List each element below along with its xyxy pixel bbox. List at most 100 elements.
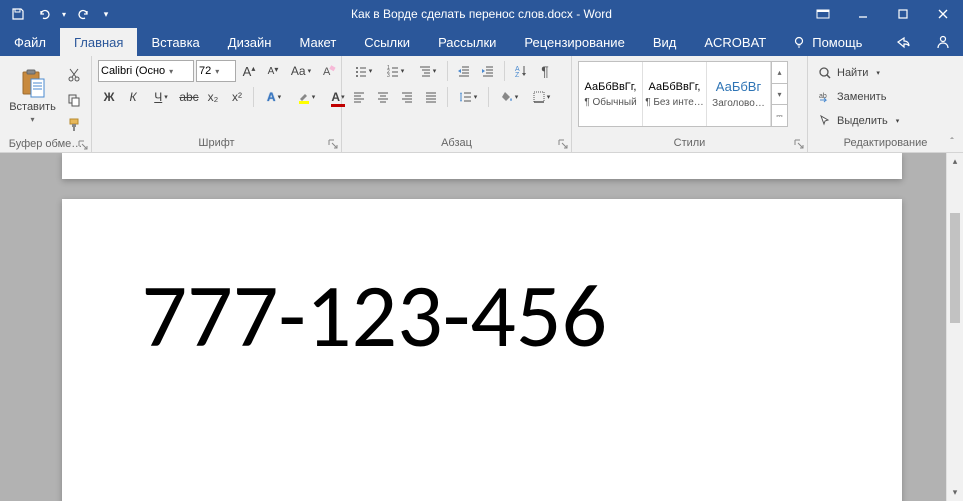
align-center-icon[interactable] — [372, 86, 394, 108]
svg-text:ab: ab — [819, 93, 827, 100]
svg-text:Z: Z — [515, 72, 520, 78]
bold-button[interactable]: Ж — [98, 86, 120, 108]
tab-file[interactable]: Файл — [0, 28, 60, 56]
group-styles: АаБбВвГг, ¶ Обычный АаБбВвГг, ¶ Без инте… — [572, 56, 808, 152]
scroll-down-icon[interactable]: ▾ — [947, 484, 963, 501]
undo-icon[interactable] — [32, 2, 56, 26]
tab-home[interactable]: Главная — [60, 28, 137, 56]
borders-button[interactable]: ▾ — [526, 86, 556, 108]
font-launcher-icon[interactable] — [328, 139, 338, 149]
svg-text:3: 3 — [387, 73, 390, 78]
group-clipboard: Вставить ▾ Буфер обме… — [0, 56, 92, 152]
qat-customize-icon[interactable]: ▾ — [98, 2, 114, 26]
replace-icon: ab — [818, 90, 832, 104]
group-paragraph: ▾ 123▾ ▾ — [342, 56, 572, 152]
scroll-thumb[interactable] — [950, 213, 960, 323]
font-size-combo[interactable]: 72▾ — [196, 60, 236, 82]
undo-dropdown-icon[interactable]: ▾ — [58, 2, 70, 26]
decrease-indent-icon[interactable] — [453, 60, 475, 82]
select-icon — [818, 114, 832, 128]
underline-button[interactable]: Ч▾ — [146, 86, 176, 108]
tab-mailings[interactable]: Рассылки — [424, 28, 510, 56]
strikethrough-button[interactable]: abc — [178, 86, 200, 108]
clear-formatting-icon[interactable]: A — [318, 60, 340, 82]
ribbon: Вставить ▾ Буфер обме… — [0, 56, 963, 153]
group-editing: Найти▾ ab Заменить Выделить▾ Редактирова… — [808, 56, 963, 152]
group-label-styles: Стили — [572, 135, 807, 152]
clipboard-launcher-icon[interactable] — [78, 140, 88, 150]
redo-icon[interactable] — [72, 2, 96, 26]
tab-insert[interactable]: Вставка — [137, 28, 213, 56]
tab-layout[interactable]: Макет — [285, 28, 350, 56]
tell-me-search[interactable]: Помощь — [780, 28, 874, 56]
find-button[interactable]: Найти▾ — [814, 62, 884, 84]
select-button[interactable]: Выделить▾ — [814, 110, 903, 132]
superscript-button[interactable]: x² — [226, 86, 248, 108]
style-heading1[interactable]: АаБбВг Заголово… — [707, 62, 771, 126]
format-painter-icon[interactable] — [63, 114, 85, 136]
gallery-down-icon[interactable]: ▾ — [772, 84, 787, 106]
align-left-icon[interactable] — [348, 86, 370, 108]
shading-button[interactable]: ▾ — [494, 86, 524, 108]
ribbon-options-icon[interactable] — [803, 0, 843, 28]
paste-icon — [20, 69, 46, 99]
paste-label: Вставить — [9, 101, 56, 113]
find-icon — [818, 66, 832, 80]
vertical-scrollbar[interactable]: ▴ ▾ — [946, 153, 963, 501]
numbering-button[interactable]: 123▾ — [380, 60, 410, 82]
user-account-button[interactable] — [923, 28, 963, 56]
collapse-ribbon-icon[interactable]: ˆ — [945, 135, 959, 149]
subscript-button[interactable]: x₂ — [202, 86, 224, 108]
gallery-more-icon[interactable]: ⎓ — [772, 105, 787, 126]
tab-view[interactable]: Вид — [639, 28, 691, 56]
title-bar: ▾ ▾ Как в Ворде сделать перенос слов.doc… — [0, 0, 963, 28]
sort-icon[interactable]: AZ — [510, 60, 532, 82]
window-title: Как в Ворде сделать перенос слов.docx - … — [351, 7, 612, 21]
shrink-font-icon[interactable]: A▾ — [262, 60, 284, 82]
share-button[interactable] — [883, 28, 923, 56]
text-effects-button[interactable]: A▾ — [259, 86, 289, 108]
maximize-icon[interactable] — [883, 0, 923, 28]
gallery-up-icon[interactable]: ▴ — [772, 62, 787, 84]
show-marks-icon[interactable]: ¶ — [534, 60, 556, 82]
grow-font-icon[interactable]: A▴ — [238, 60, 260, 82]
minimize-icon[interactable] — [843, 0, 883, 28]
styles-gallery: АаБбВвГг, ¶ Обычный АаБбВвГг, ¶ Без инте… — [578, 61, 788, 127]
multilevel-list-button[interactable]: ▾ — [412, 60, 442, 82]
tab-references[interactable]: Ссылки — [350, 28, 424, 56]
tab-design[interactable]: Дизайн — [214, 28, 286, 56]
styles-gallery-scroll: ▴ ▾ ⎓ — [771, 62, 787, 126]
highlight-button[interactable]: ▾ — [291, 86, 321, 108]
style-no-spacing[interactable]: АаБбВвГг, ¶ Без инте… — [643, 62, 707, 126]
style-normal[interactable]: АаБбВвГг, ¶ Обычный — [579, 62, 643, 126]
font-name-combo[interactable]: Calibri (Осно▾ — [98, 60, 194, 82]
scroll-up-icon[interactable]: ▴ — [947, 153, 963, 170]
group-font: Calibri (Осно▾ 72▾ A▴ A▾ Aa▾ A Ж К Ч▾ — [92, 56, 342, 152]
document-text[interactable]: 777-123-456 — [142, 269, 822, 364]
document-page[interactable]: 777-123-456 — [62, 199, 902, 501]
replace-button[interactable]: ab Заменить — [814, 86, 890, 108]
save-icon[interactable] — [6, 2, 30, 26]
window-controls — [803, 0, 963, 28]
line-spacing-button[interactable]: ▾ — [453, 86, 483, 108]
copy-icon[interactable] — [63, 89, 85, 111]
tab-acrobat[interactable]: ACROBAT — [690, 28, 780, 56]
change-case-button[interactable]: Aa▾ — [286, 60, 316, 82]
paragraph-launcher-icon[interactable] — [558, 139, 568, 149]
increase-indent-icon[interactable] — [477, 60, 499, 82]
quick-access-toolbar: ▾ ▾ — [0, 2, 120, 26]
justify-icon[interactable] — [420, 86, 442, 108]
tell-me-label: Помощь — [812, 35, 862, 50]
group-label-editing: Редактирование — [808, 135, 963, 152]
bullets-button[interactable]: ▾ — [348, 60, 378, 82]
italic-button[interactable]: К — [122, 86, 144, 108]
group-label-paragraph: Абзац — [342, 135, 571, 152]
paste-button[interactable]: Вставить ▾ — [6, 60, 59, 132]
previous-page-edge — [62, 153, 902, 179]
close-icon[interactable] — [923, 0, 963, 28]
styles-launcher-icon[interactable] — [794, 139, 804, 149]
cut-icon[interactable] — [63, 64, 85, 86]
tab-review[interactable]: Рецензирование — [510, 28, 638, 56]
align-right-icon[interactable] — [396, 86, 418, 108]
ribbon-tabs: Файл Главная Вставка Дизайн Макет Ссылки… — [0, 28, 963, 56]
